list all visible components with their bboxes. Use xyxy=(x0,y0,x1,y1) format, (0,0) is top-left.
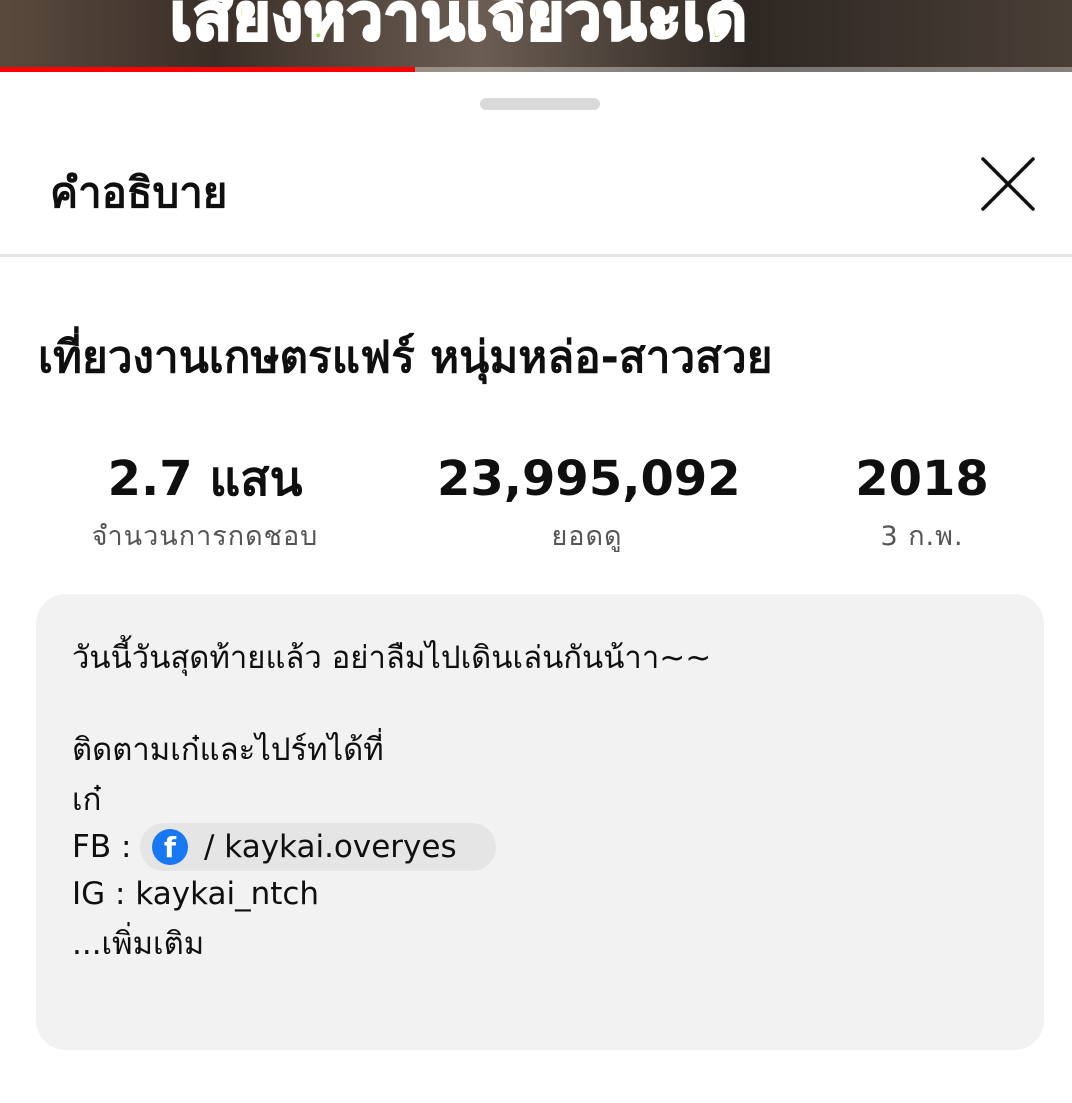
upload-year: 2018 xyxy=(855,451,989,507)
sheet-drag-handle[interactable] xyxy=(480,98,600,110)
video-progress-bar[interactable] xyxy=(0,67,1072,72)
sheet-title: คำอธิบาย xyxy=(50,168,228,217)
facebook-link-chip[interactable]: f / kaykai.overyes xyxy=(140,823,496,871)
description-line: เก๋ xyxy=(72,782,102,818)
video-player-preview[interactable]: เสียงหวานเจี๊ยวนะเด้ xyxy=(0,0,1072,72)
views-stat: 23,995,092 ยอดดู xyxy=(437,450,741,557)
show-more-link[interactable]: ...เพิ่มเติม xyxy=(72,924,204,964)
description-box[interactable]: วันนี้วันสุดท้ายแล้ว อย่าลืมไปเดินเล่นกั… xyxy=(36,594,1044,1050)
views-count: 23,995,092 xyxy=(437,451,741,507)
views-label: ยอดดู xyxy=(551,521,623,552)
description-line: ติดตามเก๋และไปร์ทได้ที่ xyxy=(72,732,384,768)
close-icon xyxy=(981,157,1035,211)
video-caption-overlay: เสียงหวานเจี๊ยวนะเด้ xyxy=(169,0,749,57)
instagram-line: IG : kaykai_ntch xyxy=(72,876,320,912)
header-divider xyxy=(0,254,1072,257)
facebook-icon: f xyxy=(152,829,188,865)
fb-prefix: FB : xyxy=(72,829,132,865)
video-title: เที่ยวงานเกษตรแฟร์ หนุ่มหล่อ-สาวสวย xyxy=(38,332,773,383)
likes-stat: 2.7 แสน จำนวนการกดชอบ xyxy=(90,450,320,557)
description-line: วันนี้วันสุดท้ายแล้ว อย่าลืมไปเดินเล่นกั… xyxy=(72,640,712,676)
close-button[interactable] xyxy=(972,148,1044,220)
upload-date: 3 ก.พ. xyxy=(880,521,964,552)
likes-label: จำนวนการกดชอบ xyxy=(91,521,319,552)
description-sheet: คำอธิบาย เที่ยวงานเกษตรแฟร์ หนุ่มหล่อ-สา… xyxy=(0,74,1072,1103)
video-progress-fill xyxy=(0,67,415,72)
likes-count: 2.7 แสน xyxy=(107,451,303,507)
facebook-link-text: / kaykai.overyes xyxy=(204,829,457,865)
date-stat: 2018 3 ก.พ. xyxy=(832,450,1012,557)
